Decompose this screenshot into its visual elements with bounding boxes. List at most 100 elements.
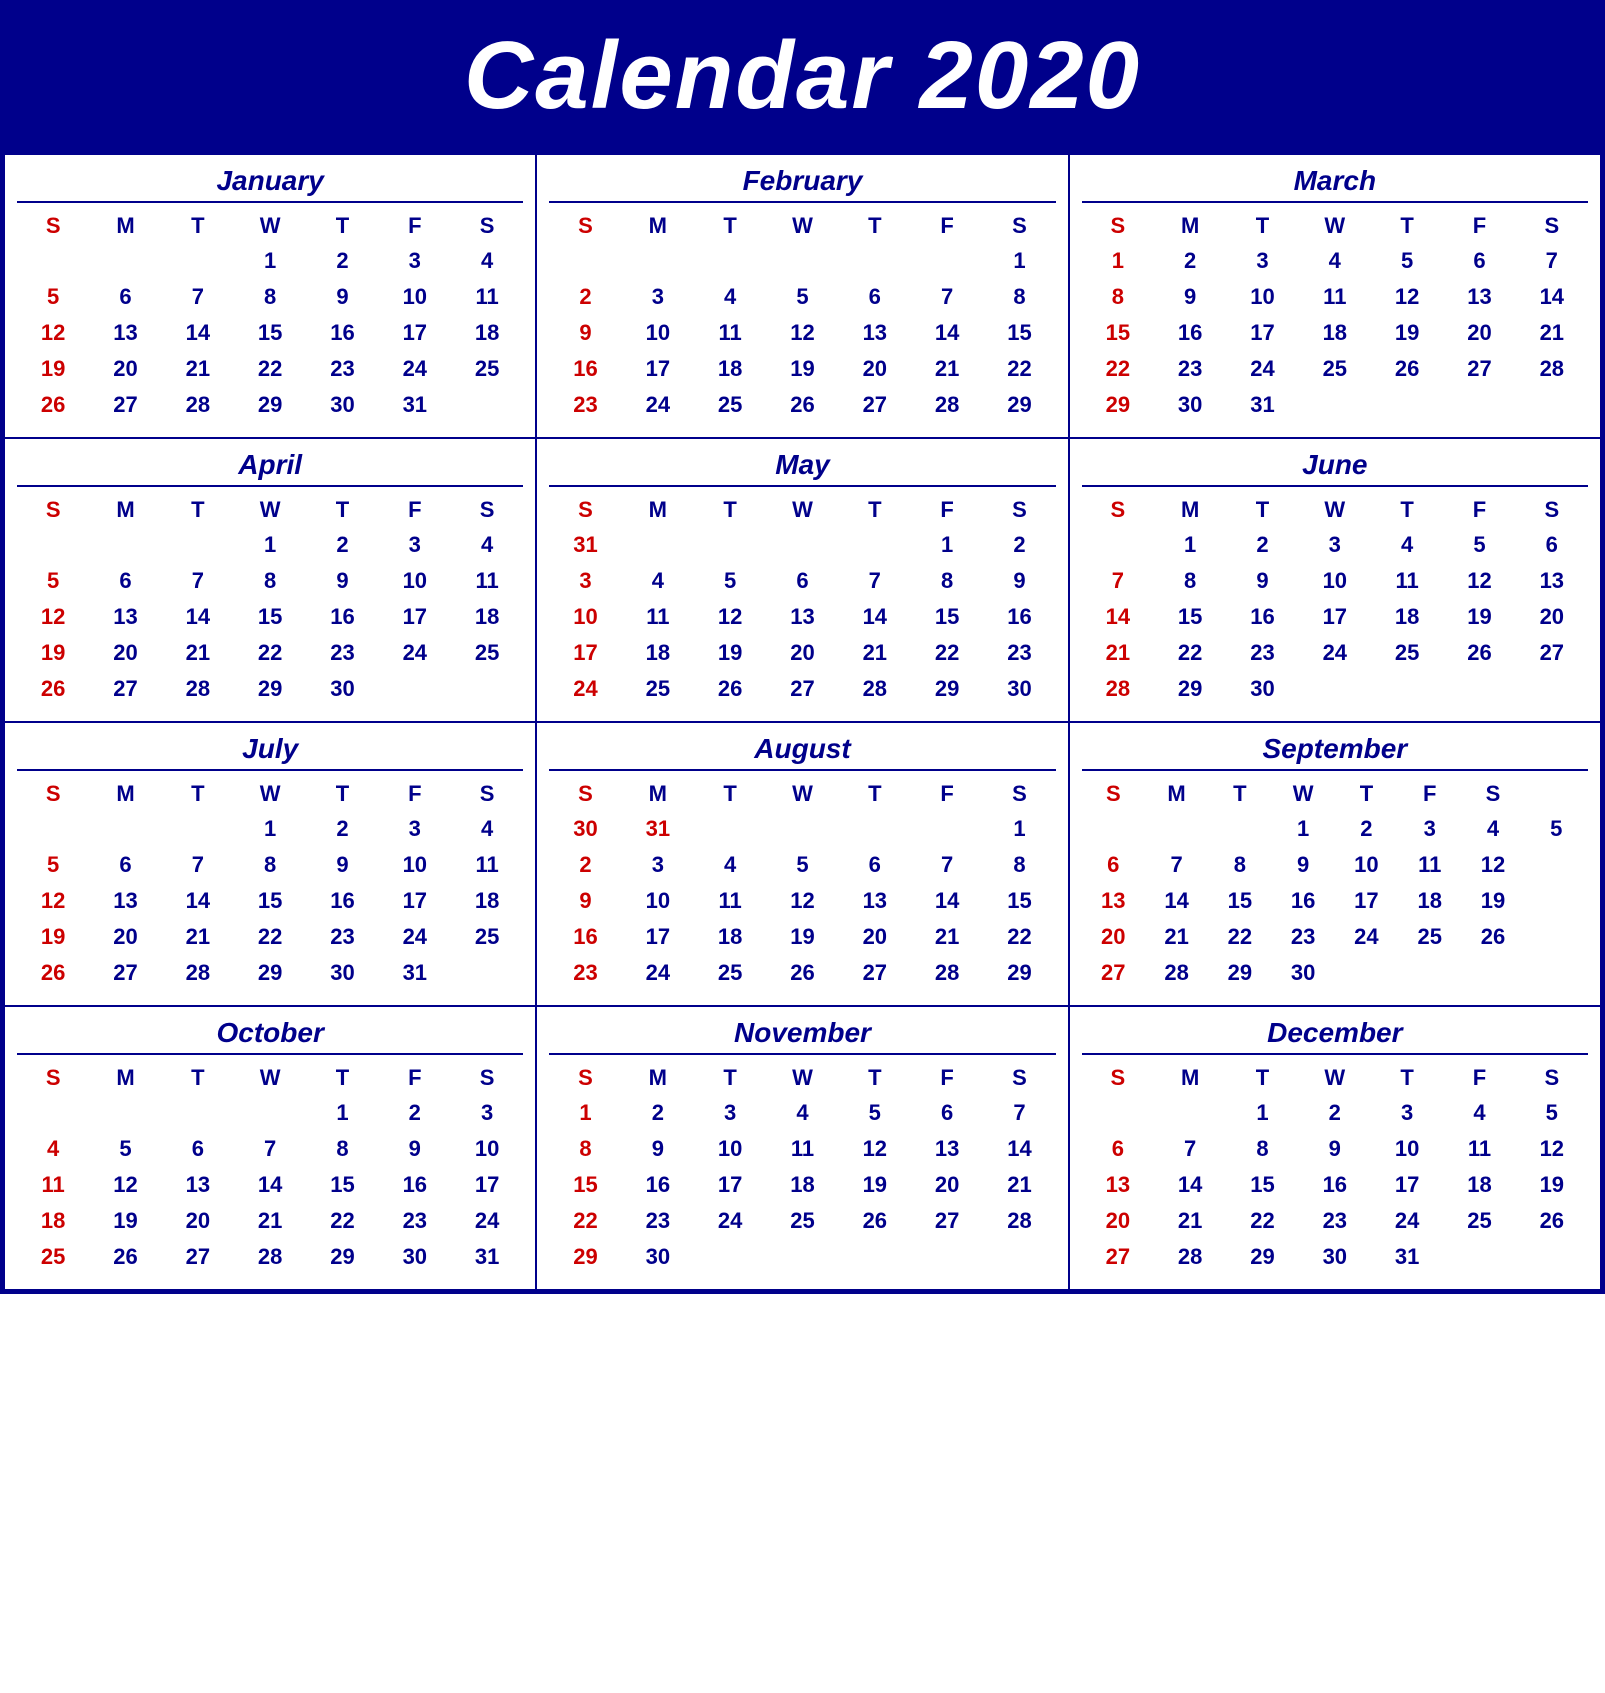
day-cell: 12	[1516, 1131, 1588, 1167]
day-cell: 18	[17, 1203, 89, 1239]
day-cell: 1	[234, 811, 306, 847]
day-cell: 28	[1082, 671, 1154, 707]
day-cell: 6	[1516, 527, 1588, 563]
day-cell: 25	[17, 1239, 89, 1275]
day-header-t4: T	[1371, 493, 1443, 527]
day-cell: 3	[1398, 811, 1461, 847]
day-cell: 4	[694, 847, 766, 883]
day-header-s6: S	[1516, 209, 1588, 243]
day-cell: 20	[839, 351, 911, 387]
day-header-m1: M	[1154, 493, 1226, 527]
month-name: November	[549, 1017, 1055, 1049]
day-header-s6: S	[983, 209, 1055, 243]
day-cell: 30	[306, 387, 378, 423]
day-cell: 6	[911, 1095, 983, 1131]
day-cell: 29	[234, 387, 306, 423]
day-cell: 0	[549, 243, 621, 279]
day-cell: 19	[766, 919, 838, 955]
day-cell: 28	[911, 387, 983, 423]
day-cell: 0	[694, 243, 766, 279]
day-cell: 9	[306, 847, 378, 883]
day-cell: 9	[1154, 279, 1226, 315]
day-cell: 7	[1082, 563, 1154, 599]
month-september: SeptemberSMTWTFS000123456789101112131415…	[1070, 723, 1602, 1007]
day-cell: 0	[17, 811, 89, 847]
day-cell: 30	[983, 671, 1055, 707]
day-cell: 27	[1082, 955, 1145, 991]
day-cell: 22	[234, 351, 306, 387]
month-name: September	[1082, 733, 1588, 765]
day-cell: 4	[17, 1131, 89, 1167]
month-name: June	[1082, 449, 1588, 481]
day-header-m1: M	[1145, 777, 1208, 811]
day-cell: 14	[839, 599, 911, 635]
day-cell: 16	[1154, 315, 1226, 351]
day-cell: 3	[1299, 527, 1371, 563]
day-cell: 21	[162, 351, 234, 387]
day-cell: 28	[1516, 351, 1588, 387]
day-cell: 30	[379, 1239, 451, 1275]
day-cell: 24	[694, 1203, 766, 1239]
day-cell: 9	[983, 563, 1055, 599]
day-cell: 9	[622, 1131, 694, 1167]
day-cell: 0	[1082, 1095, 1154, 1131]
day-cell: 0	[89, 1095, 161, 1131]
day-cell: 3	[694, 1095, 766, 1131]
day-cell: 10	[379, 847, 451, 883]
day-cell: 13	[1443, 279, 1515, 315]
month-august: AugustSMTWTFS303100001234567891011121314…	[537, 723, 1069, 1007]
day-cell: 8	[549, 1131, 621, 1167]
day-cell: 24	[1299, 635, 1371, 671]
day-cell: 25	[622, 671, 694, 707]
month-december: DecemberSMTWTFS0012345678910111213141516…	[1070, 1007, 1602, 1291]
day-cell: 8	[234, 847, 306, 883]
day-header-t2: T	[1226, 209, 1298, 243]
day-cell: 19	[1371, 315, 1443, 351]
day-cell: 15	[306, 1167, 378, 1203]
day-cell: 9	[306, 279, 378, 315]
day-cell: 9	[379, 1131, 451, 1167]
day-cell: 11	[1371, 563, 1443, 599]
day-cell: 5	[17, 279, 89, 315]
day-cell: 14	[1154, 1167, 1226, 1203]
month-november: NovemberSMTWTFS1234567891011121314151617…	[537, 1007, 1069, 1291]
day-cell: 20	[1516, 599, 1588, 635]
day-cell: 20	[89, 635, 161, 671]
day-header-s0: S	[17, 1061, 89, 1095]
day-cell: 0	[1516, 387, 1588, 423]
day-cell: 15	[234, 883, 306, 919]
day-cell: 13	[839, 883, 911, 919]
day-cell: 14	[983, 1131, 1055, 1167]
day-cell: 24	[549, 671, 621, 707]
day-cell: 25	[1371, 635, 1443, 671]
day-header-t4: T	[306, 777, 378, 811]
day-cell: 8	[234, 563, 306, 599]
day-cell: 31	[1371, 1239, 1443, 1275]
day-cell: 0	[766, 1239, 838, 1275]
day-cell: 6	[1082, 1131, 1154, 1167]
day-cell: 7	[911, 279, 983, 315]
day-header-s6: S	[451, 777, 523, 811]
day-cell: 12	[89, 1167, 161, 1203]
day-header-t4: T	[306, 1061, 378, 1095]
day-cell: 23	[379, 1203, 451, 1239]
day-cell: 14	[911, 315, 983, 351]
day-header-t2: T	[1226, 1061, 1298, 1095]
day-cell: 27	[89, 387, 161, 423]
day-cell: 14	[162, 883, 234, 919]
day-cell: 26	[766, 955, 838, 991]
day-cell: 20	[89, 919, 161, 955]
day-cell: 24	[622, 387, 694, 423]
day-cell: 21	[911, 351, 983, 387]
day-cell: 0	[17, 527, 89, 563]
day-cell: 12	[17, 599, 89, 635]
day-header-w3: W	[766, 1061, 838, 1095]
day-cell: 6	[839, 847, 911, 883]
day-cell: 10	[1299, 563, 1371, 599]
day-cell: 0	[17, 243, 89, 279]
day-cell: 2	[1226, 527, 1298, 563]
day-cell: 0	[694, 811, 766, 847]
day-cell: 1	[1272, 811, 1335, 847]
day-cell: 16	[622, 1167, 694, 1203]
day-cell: 17	[622, 351, 694, 387]
